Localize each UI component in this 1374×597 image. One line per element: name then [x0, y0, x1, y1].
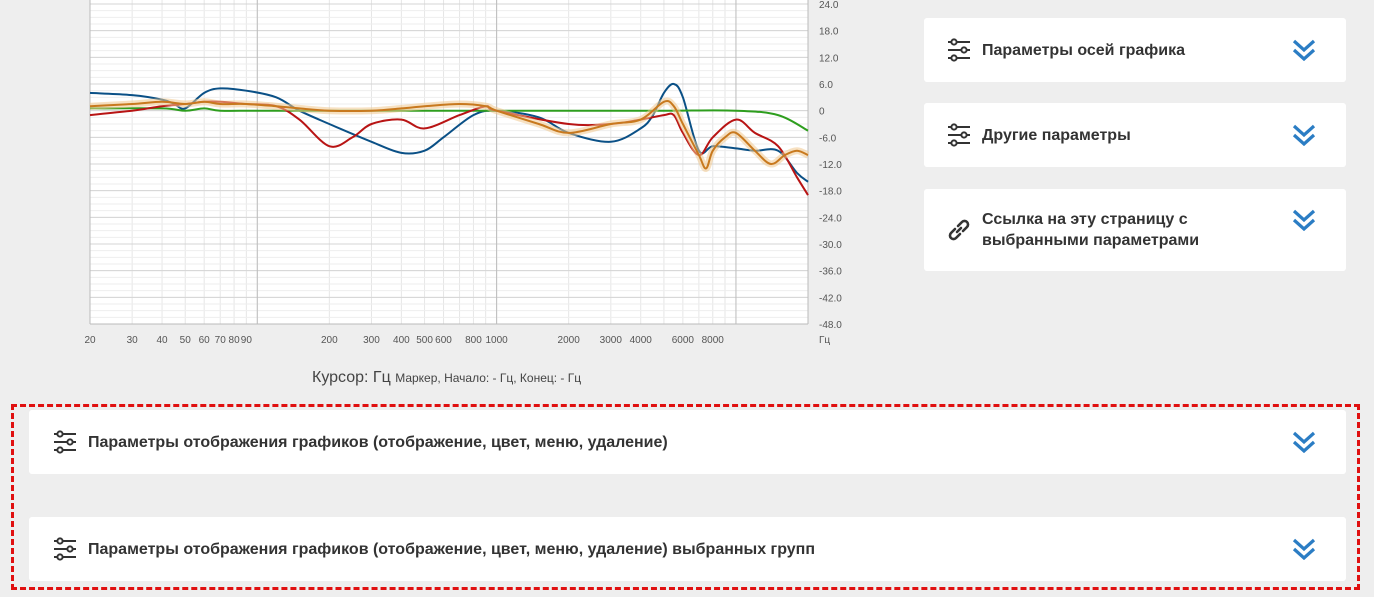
other-params-panel[interactable]: Другие параметры: [924, 103, 1346, 167]
display-params-label: Параметры отображения графиков (отображе…: [88, 433, 668, 451]
display-params-groups-label: Параметры отображения графиков (отображе…: [88, 540, 815, 558]
x-tick-label: 8000: [702, 335, 725, 346]
axis-params-panel[interactable]: Параметры осей графика: [924, 18, 1346, 82]
y-tick-label: -6.0: [819, 133, 837, 144]
x-tick-label: 50: [180, 335, 192, 346]
x-tick-label: 300: [363, 335, 380, 346]
sliders-icon: [948, 38, 970, 62]
y-tick-label: -36.0: [819, 267, 842, 278]
y-tick-label: -42.0: [819, 293, 842, 304]
x-tick-label: 90: [241, 335, 253, 346]
x-tick-label: 60: [199, 335, 211, 346]
x-tick-label: 20: [84, 335, 96, 346]
sliders-icon: [54, 537, 76, 561]
double-chevron-down-icon[interactable]: [1292, 209, 1316, 231]
double-chevron-down-icon[interactable]: [1292, 124, 1316, 146]
x-tick-label: 400: [393, 335, 410, 346]
x-tick-label: 80: [229, 335, 241, 346]
x-tick-label: 1000: [485, 335, 508, 346]
double-chevron-down-icon[interactable]: [1292, 538, 1316, 560]
y-tick-label: -18.0: [819, 187, 842, 198]
y-tick-label: -48.0: [819, 320, 842, 331]
x-tick-label: 70: [215, 335, 227, 346]
x-tick-label: 600: [435, 335, 452, 346]
sliders-icon: [948, 123, 970, 147]
y-tick-label: -30.0: [819, 240, 842, 251]
y-tick-label: 24.0: [819, 0, 839, 11]
x-tick-label: 3000: [600, 335, 623, 346]
y-tick-label: 6.0: [819, 80, 833, 91]
x-tick-label: 4000: [630, 335, 653, 346]
x-tick-label: 40: [156, 335, 168, 346]
chart-svg[interactable]: 24.0 18.0 12.0 6.0 0 -6.0 -12.0 -18.0 -24.0 -30.0…: [0, 0, 860, 360]
x-tick-label: 6000: [672, 335, 695, 346]
link-icon: [948, 219, 970, 241]
display-params-groups-panel[interactable]: Параметры отображения графиков (отображе…: [29, 517, 1346, 581]
x-tick-label: 500: [416, 335, 433, 346]
y-tick-label: -12.0: [819, 160, 842, 171]
y-tick-label: 18.0: [819, 27, 839, 38]
sliders-icon: [54, 430, 76, 454]
double-chevron-down-icon[interactable]: [1292, 39, 1316, 61]
x-unit-label: Гц: [819, 335, 830, 346]
cursor-main: Курсор: Гц: [312, 369, 391, 386]
y-tick-label: -24.0: [819, 213, 842, 224]
cursor-readout: Курсор: Гц Маркер, Начало: - Гц, Конец: …: [312, 369, 581, 387]
x-tick-label: 2000: [558, 335, 581, 346]
x-tick-label: 800: [465, 335, 482, 346]
double-chevron-down-icon[interactable]: [1292, 431, 1316, 453]
display-params-panel[interactable]: Параметры отображения графиков (отображе…: [29, 410, 1346, 474]
y-tick-label: 0: [819, 107, 825, 118]
x-tick-label: 200: [321, 335, 338, 346]
cursor-detail: Маркер, Начало: - Гц, Конец: - Гц: [395, 371, 582, 385]
x-tick-label: 30: [127, 335, 139, 346]
y-tick-label: 12.0: [819, 53, 839, 64]
page-link-panel[interactable]: Ссылка на эту страницу с выбранными пара…: [924, 189, 1346, 271]
frequency-response-chart[interactable]: 24.0 18.0 12.0 6.0 0 -6.0 -12.0 -18.0 -24.0 -30.0…: [0, 0, 860, 395]
page-link-label: Ссылка на эту страницу с выбранными пара…: [982, 211, 1200, 249]
